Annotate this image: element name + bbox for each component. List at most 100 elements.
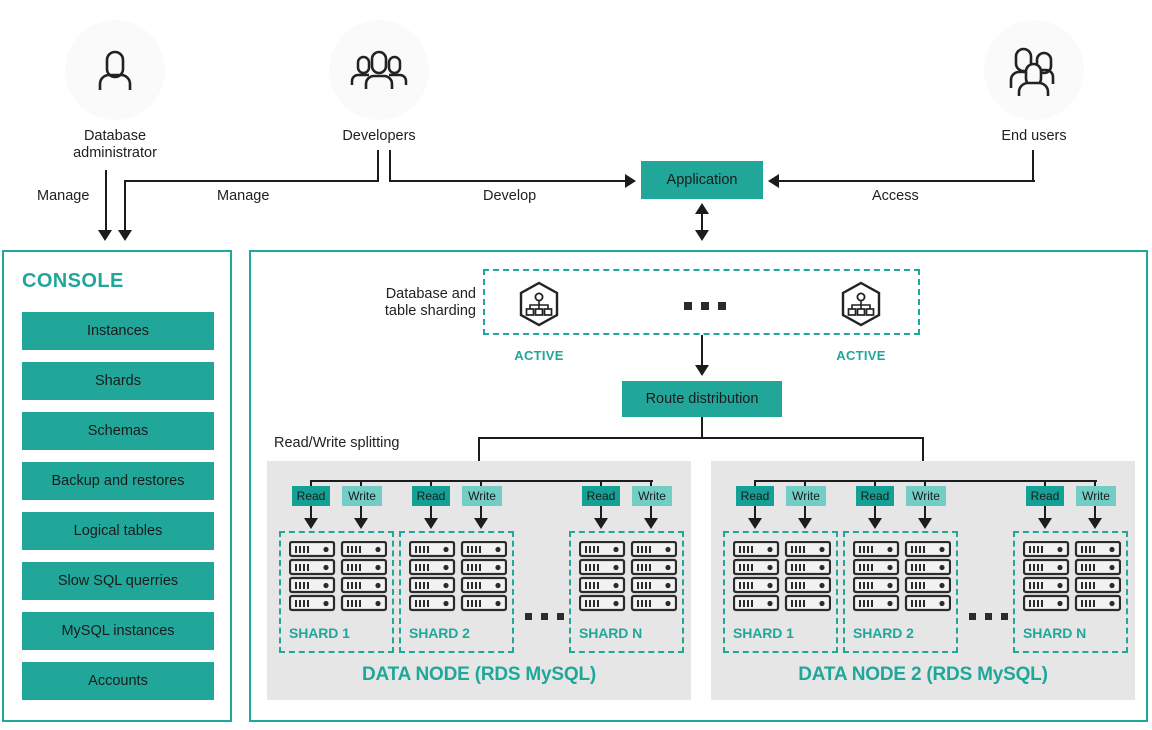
arrowhead-node2-sn-read (1038, 518, 1052, 529)
avatar-end-users (984, 20, 1084, 120)
server-rack-icon (408, 540, 508, 612)
read-label: Read (296, 489, 326, 503)
users-group-icon (1009, 47, 1055, 96)
write-label: Write (348, 489, 376, 503)
arrowhead-manage-console (118, 230, 133, 241)
console-item-accounts[interactable]: Accounts (22, 662, 214, 700)
shard-box-node2-shard1: SHARD 1 (723, 531, 838, 653)
write-label: Write (468, 489, 496, 503)
read-button-node2-shardn[interactable]: Read (1026, 486, 1064, 506)
read-button-node1-shard1[interactable]: Read (292, 486, 330, 506)
write-button-node1-shard2[interactable]: Write (462, 486, 502, 506)
edge-label-manage-right: Manage (217, 188, 270, 204)
console-item-instances[interactable]: Instances (22, 312, 214, 350)
shard-box-node1-shard2: SHARD 2 (399, 531, 514, 653)
actor-label-end-users: End users (1001, 128, 1067, 144)
arrowhead-node1-s2-read (424, 518, 438, 529)
shard-box-node2-shard2: SHARD 2 (843, 531, 958, 653)
server-rack-icon (288, 540, 388, 612)
console-item-logical-tables[interactable]: Logical tables (22, 512, 214, 550)
write-label: Write (1082, 489, 1110, 503)
arrowhead-node2-s2-write (918, 518, 932, 529)
data-node-1: Read Write SHARD 1 Read Write SHARD 2 Re… (267, 461, 691, 700)
connector-dev-down-manage (377, 150, 380, 182)
shard-label-node2-shard1: SHARD 1 (733, 625, 794, 641)
application-box[interactable]: Application (641, 161, 763, 199)
server-grid (408, 540, 508, 618)
connector-manage-to-console (124, 180, 127, 232)
edge-label-access: Access (872, 188, 919, 204)
arrowhead-app-down (695, 230, 709, 241)
shard-label-node1-shardn: SHARD N (579, 625, 643, 641)
data-node-1-title: DATA NODE (RDS MySQL) (362, 664, 596, 685)
read-button-node1-shardn[interactable]: Read (582, 486, 620, 506)
console-item-label: Schemas (87, 423, 149, 439)
avatar-developers (329, 20, 429, 120)
console-item-schemas[interactable]: Schemas (22, 412, 214, 450)
shard-label-node1-shard1: SHARD 1 (289, 625, 350, 641)
sharding-node-2[interactable] (838, 281, 884, 332)
actor-label-developers: Developers (342, 128, 416, 144)
sharding-ellipsis (684, 302, 726, 310)
connector-split-bus (478, 437, 924, 440)
arrowhead-node2-s2-read (868, 518, 882, 529)
read-label: Read (416, 489, 446, 503)
arrowhead-node1-s2-write (474, 518, 488, 529)
console-item-label: Logical tables (73, 523, 163, 539)
console-title: CONSOLE (22, 270, 124, 292)
edge-label-develop: Develop (483, 188, 537, 204)
connector-sharding-to-route (700, 335, 704, 367)
connector-bus-left-drop (478, 437, 481, 463)
shard-label-node1-shard2: SHARD 2 (409, 625, 470, 641)
shard-label-node2-shardn: SHARD N (1023, 625, 1087, 641)
route-distribution-box[interactable]: Route distribution (622, 381, 782, 417)
server-grid (732, 540, 832, 618)
sharding-side-label: Database and table sharding (384, 286, 476, 319)
arrowhead-develop-application (625, 174, 636, 189)
write-label: Write (792, 489, 820, 503)
write-label: Write (912, 489, 940, 503)
route-distribution-label: Route distribution (645, 391, 759, 407)
write-button-node1-shardn[interactable]: Write (632, 486, 672, 506)
console-item-label: Shards (95, 373, 141, 389)
arrowhead-sharding-route (695, 365, 709, 376)
arrowhead-node2-sn-write (1088, 518, 1102, 529)
write-button-node1-shard1[interactable]: Write (342, 486, 382, 506)
shard-box-node1-shard1: SHARD 1 (279, 531, 394, 653)
connector-app-to-panel (700, 212, 704, 232)
data-node-2: Read Write SHARD 1 Read Write SHARD 2 Re… (711, 461, 1135, 700)
sharding-hexagon-icon (519, 281, 559, 327)
arrowhead-node2-s1-write (798, 518, 812, 529)
read-label: Read (1030, 489, 1060, 503)
read-button-node1-shard2[interactable]: Read (412, 486, 450, 506)
sharding-node-1[interactable] (516, 281, 562, 332)
console-item-shards[interactable]: Shards (22, 362, 214, 400)
status-badge-active-1: ACTIVE (514, 348, 564, 363)
connector-route-down (700, 417, 704, 439)
write-label: Write (638, 489, 666, 503)
read-write-splitting-label: Read/Write splitting (274, 435, 400, 451)
data-node-2-title: DATA NODE 2 (RDS MySQL) (798, 664, 1048, 685)
server-rack-icon (1022, 540, 1122, 612)
console-item-label: Accounts (88, 673, 148, 689)
console-item-backup-and-restores[interactable]: Backup and restores (22, 462, 214, 500)
application-label: Application (666, 172, 738, 188)
shard-ellipsis-node2 (969, 613, 1008, 620)
write-button-node2-shard1[interactable]: Write (786, 486, 826, 506)
read-button-node2-shard2[interactable]: Read (856, 486, 894, 506)
server-rack-icon (852, 540, 952, 612)
shard-label-node2-shard2: SHARD 2 (853, 625, 914, 641)
read-label: Read (860, 489, 890, 503)
console-item-mysql-instances[interactable]: MySQL instances (22, 612, 214, 650)
server-grid (852, 540, 952, 618)
write-button-node2-shardn[interactable]: Write (1076, 486, 1116, 506)
console-item-slow-sql-querries[interactable]: Slow SQL querries (22, 562, 214, 600)
write-button-node2-shard2[interactable]: Write (906, 486, 946, 506)
console-item-label: MySQL instances (61, 623, 175, 639)
connector-endusers-down (1032, 150, 1035, 182)
avatar-database-administrator (65, 20, 165, 120)
console-item-list: Instances Shards Schemas Backup and rest… (22, 312, 214, 700)
read-label: Read (586, 489, 616, 503)
server-grid (578, 540, 678, 618)
read-button-node2-shard1[interactable]: Read (736, 486, 774, 506)
